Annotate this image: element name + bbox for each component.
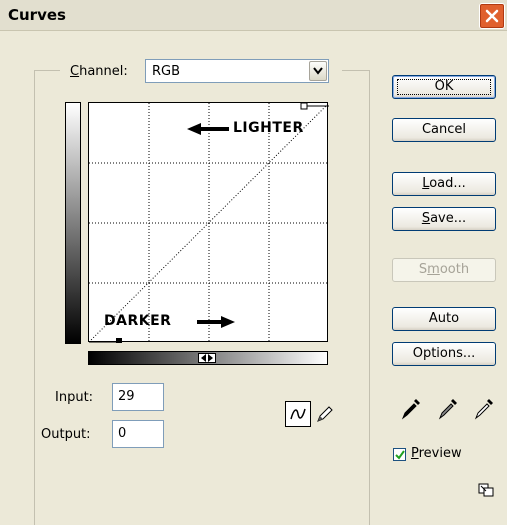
curve-graph-canvas[interactable] — [89, 103, 329, 343]
curve-tool-icon — [290, 408, 306, 420]
window-title: Curves — [8, 6, 66, 24]
smooth-button[interactable]: Smooth — [392, 258, 496, 282]
white-eyedropper-icon[interactable] — [473, 397, 495, 421]
chevron-down-icon — [313, 67, 323, 75]
curve-point-white[interactable] — [300, 103, 308, 110]
load-button[interactable]: Load... — [392, 172, 496, 196]
input-label: Input: — [55, 390, 94, 405]
channel-label: Channel: — [70, 64, 128, 79]
auto-button-label: Auto — [428, 311, 460, 326]
gray-eyedropper-icon[interactable] — [437, 397, 459, 421]
pencil-tool-icon — [317, 406, 333, 422]
cancel-button-label: Cancel — [421, 122, 467, 137]
options-button[interactable]: Options... — [392, 342, 496, 366]
save-button[interactable]: Save... — [392, 207, 496, 231]
options-button-label: Options... — [412, 346, 476, 361]
close-button[interactable] — [479, 3, 505, 29]
input-value: 29 — [118, 389, 135, 404]
curve-point-black[interactable] — [116, 338, 122, 343]
darker-label: DARKER — [104, 313, 172, 329]
output-label: Output: — [41, 427, 91, 442]
load-button-label: Load... — [422, 176, 466, 191]
channel-select-value: RGB — [152, 64, 181, 79]
expand-dialog-icon[interactable] — [478, 481, 494, 497]
swap-arrows-icon — [201, 354, 213, 362]
smooth-button-label: Smooth — [418, 262, 470, 277]
save-button-label: Save... — [421, 211, 467, 226]
output-field[interactable]: 0 — [112, 420, 164, 448]
channel-dropdown-button[interactable] — [309, 61, 327, 81]
ok-button[interactable]: OK — [392, 75, 496, 99]
channel-select[interactable]: RGB — [145, 59, 329, 83]
preview-checkbox[interactable] — [393, 448, 406, 461]
cancel-button[interactable]: Cancel — [392, 118, 496, 142]
curve-tool-button[interactable] — [285, 401, 311, 427]
checkmark-icon — [395, 450, 405, 460]
pencil-tool-button[interactable] — [312, 402, 338, 428]
title-bar: Curves — [0, 0, 507, 31]
close-icon — [485, 9, 499, 23]
curve-graph[interactable] — [88, 102, 329, 343]
auto-button[interactable]: Auto — [392, 307, 496, 331]
input-field[interactable]: 29 — [112, 383, 164, 411]
black-eyedropper-icon[interactable] — [400, 397, 422, 421]
output-value: 0 — [118, 426, 127, 441]
lighter-label: LIGHTER — [233, 120, 304, 136]
gradient-direction-toggle[interactable] — [198, 353, 216, 363]
output-gradient-bar — [65, 102, 81, 344]
preview-label: Preview — [411, 446, 462, 461]
right-arrow-icon — [221, 316, 235, 328]
left-arrow-icon — [187, 123, 201, 135]
ok-button-focus-ring — [397, 79, 491, 95]
